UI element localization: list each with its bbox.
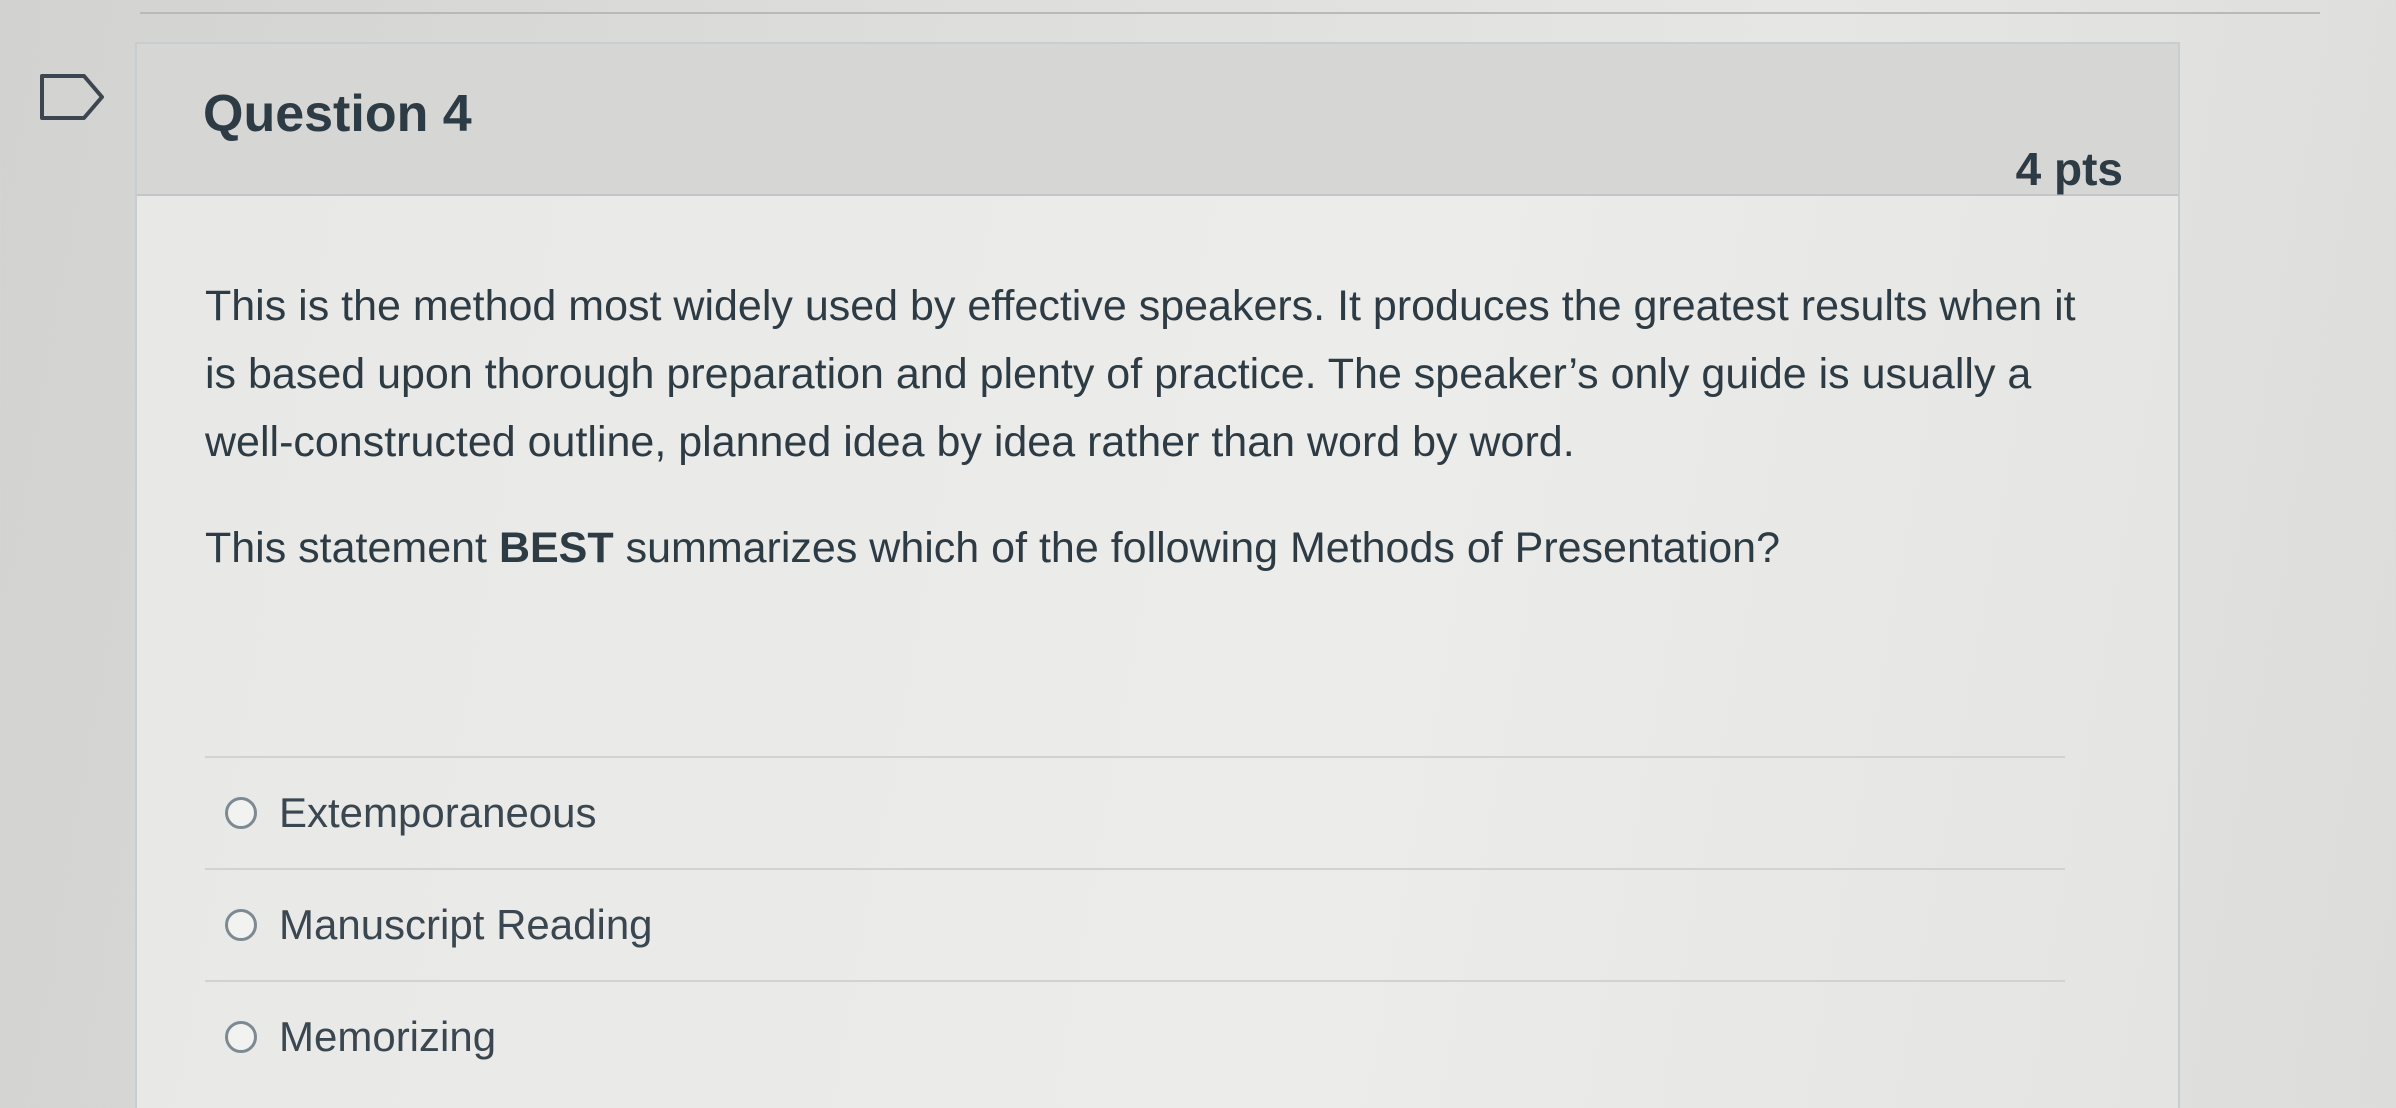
radio-button-icon[interactable] bbox=[225, 797, 257, 829]
answer-option[interactable]: Memorizing bbox=[205, 980, 2065, 1092]
flag-question-icon[interactable] bbox=[38, 72, 108, 122]
answer-label[interactable]: Extemporaneous bbox=[279, 789, 597, 837]
prompt-text-start: This statement bbox=[205, 524, 499, 572]
answer-option[interactable]: Manuscript Reading bbox=[205, 868, 2065, 980]
radio-button-icon[interactable] bbox=[225, 909, 257, 941]
top-divider bbox=[140, 12, 2320, 14]
question-points: 4 pts bbox=[2015, 143, 2123, 195]
radio-button-icon[interactable] bbox=[225, 1021, 257, 1053]
answer-list: Extemporaneous Manuscript Reading Memori… bbox=[205, 756, 2065, 1092]
question-header: Question 4 4 pts bbox=[137, 44, 2178, 196]
answer-label[interactable]: Manuscript Reading bbox=[279, 901, 653, 949]
answer-option[interactable]: Extemporaneous bbox=[205, 756, 2065, 868]
prompt-text-end: summarizes which of the following Method… bbox=[613, 524, 1780, 572]
question-body: This is the method most widely used by e… bbox=[205, 272, 2085, 582]
question-card: Question 4 4 pts This is the method most… bbox=[135, 42, 2180, 1108]
question-prompt: This statement BEST summarizes which of … bbox=[205, 514, 2085, 582]
question-text: This is the method most widely used by e… bbox=[205, 282, 2076, 466]
answer-label[interactable]: Memorizing bbox=[279, 1013, 496, 1061]
prompt-emphasis: BEST bbox=[498, 524, 614, 572]
question-title: Question 4 bbox=[203, 85, 472, 143]
